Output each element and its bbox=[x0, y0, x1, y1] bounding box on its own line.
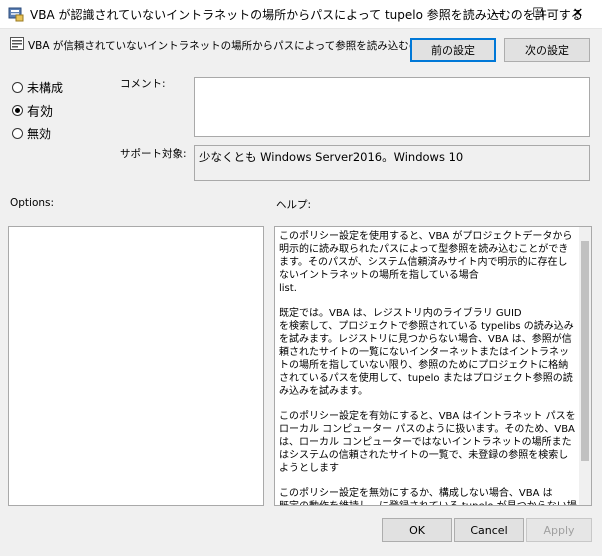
help-text: このポリシー設定を使用すると、VBA がプロジェクトデータから明示的に読み取られ… bbox=[275, 227, 591, 505]
cancel-button[interactable]: Cancel bbox=[454, 518, 524, 542]
radio-circle-selected bbox=[12, 105, 23, 116]
options-label: Options: bbox=[10, 197, 55, 209]
policy-app-icon bbox=[8, 7, 24, 22]
help-line: 既定では。VBA は、レジストリ内のライブラリ GUID bbox=[279, 308, 522, 319]
title-bar: VBA が認識されていないイントラネットの場所からパスによって tupelo 参… bbox=[0, 0, 602, 29]
help-scrollbar[interactable] bbox=[579, 227, 591, 505]
supported-on-field: 少なくとも Windows Server2016。Windows 10 bbox=[194, 145, 590, 181]
help-line: 既定の動作を維持し、に登録されている tupelo が見つからない場合、イントラ… bbox=[279, 501, 577, 505]
policy-setting-icon bbox=[10, 37, 24, 50]
apply-button[interactable]: Apply bbox=[526, 518, 592, 542]
help-line: 明示的に読み取られたパスによって型参照を読み込むことができます。そのパスが、シス… bbox=[279, 244, 569, 281]
radio-circle bbox=[12, 82, 23, 93]
radio-disabled[interactable]: 無効 bbox=[12, 125, 51, 142]
help-line: を検索して、プロジェクトで参照されている typelibs の読み込みを試みます… bbox=[279, 321, 574, 397]
radio-not-configured[interactable]: 未構成 bbox=[12, 79, 63, 96]
radio-circle bbox=[12, 128, 23, 139]
radio-enabled[interactable]: 有効 bbox=[12, 101, 53, 120]
comment-label: コメント: bbox=[120, 78, 166, 90]
close-button[interactable]: ✕ bbox=[558, 0, 598, 28]
help-label: ヘルプ: bbox=[276, 199, 312, 211]
next-setting-button[interactable]: 次の設定 bbox=[504, 38, 590, 62]
minimize-button[interactable]: — bbox=[478, 0, 518, 28]
options-pane bbox=[8, 226, 264, 506]
policy-name: VBA が信頼されていないイントラネットの場所からパスによって参照を読み込むのを… bbox=[28, 40, 472, 52]
help-line: このポリシー設定を無効にするか、構成しない場合、VBA は bbox=[279, 488, 553, 499]
comment-textarea[interactable] bbox=[194, 77, 590, 137]
maximize-button[interactable]: ☐ bbox=[518, 0, 558, 28]
help-line: このポリシー設定を使用すると、VBA がプロジェクトデータから bbox=[279, 231, 573, 242]
help-pane[interactable]: このポリシー設定を使用すると、VBA がプロジェクトデータから明示的に読み取られ… bbox=[274, 226, 592, 506]
help-paragraph: このポリシー設定を有効にすると、VBA はイントラネット パスをローカル コンピ… bbox=[279, 410, 577, 475]
scrollbar-thumb[interactable] bbox=[581, 241, 589, 461]
help-paragraph: このポリシー設定を無効にするか、構成しない場合、VBA は既定の動作を維持し、に… bbox=[279, 487, 577, 505]
help-line: list. bbox=[279, 283, 297, 294]
help-line: このポリシー設定を有効にすると、VBA はイントラネット パスをローカル コンピ… bbox=[279, 411, 576, 474]
help-paragraph: このポリシー設定を使用すると、VBA がプロジェクトデータから明示的に読み取られ… bbox=[279, 230, 577, 295]
help-paragraph: 既定では。VBA は、レジストリ内のライブラリ GUID を検索して、プロジェクト… bbox=[279, 307, 577, 398]
previous-setting-button[interactable]: 前の設定 bbox=[410, 38, 496, 62]
ok-button[interactable]: OK bbox=[382, 518, 452, 542]
supported-on-label: サポート対象: bbox=[120, 148, 187, 160]
